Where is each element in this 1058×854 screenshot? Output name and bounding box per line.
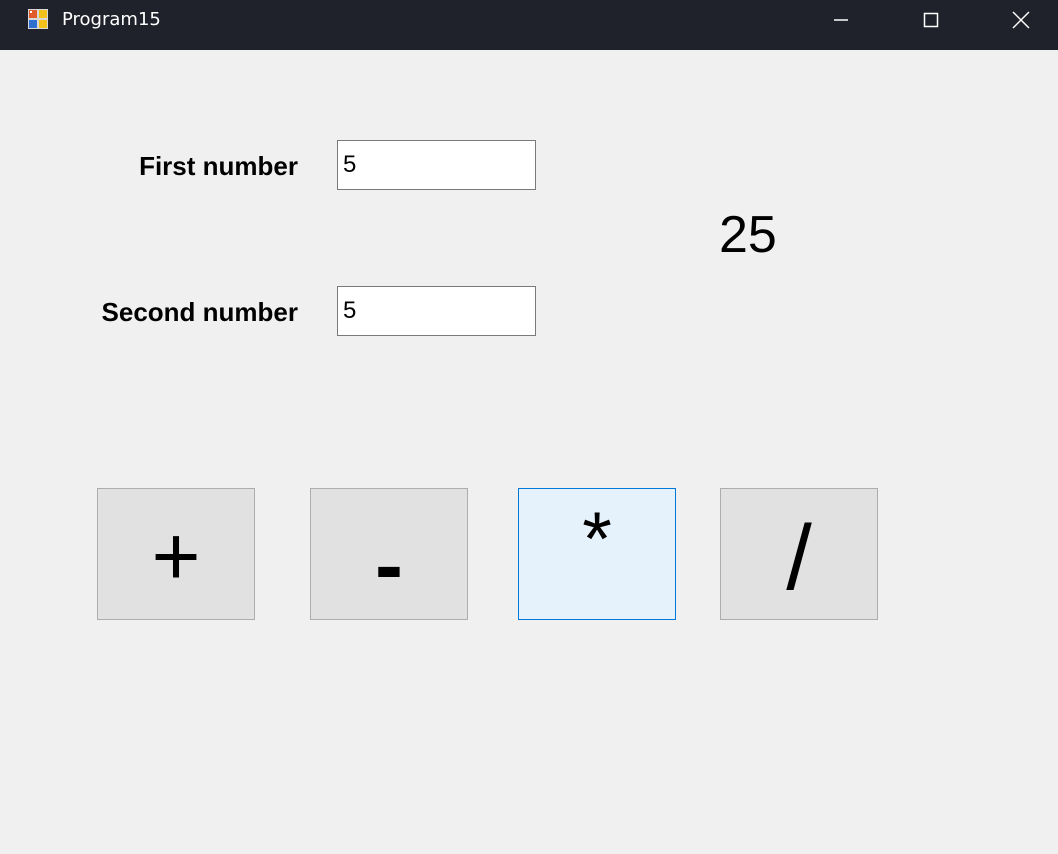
minimize-button[interactable] (818, 0, 864, 44)
app-window: Program15 First number Second number 25 … (0, 0, 1058, 854)
close-icon (1012, 10, 1030, 34)
maximize-icon (923, 12, 939, 33)
first-number-input[interactable] (337, 140, 536, 190)
add-button[interactable]: + (97, 488, 255, 620)
multiply-button[interactable]: * (518, 488, 676, 620)
window-title: Program15 (62, 9, 161, 30)
app-icon (28, 9, 48, 29)
result-label: 25 (719, 206, 777, 264)
close-button[interactable] (998, 0, 1044, 44)
first-number-label: First number (139, 151, 298, 181)
second-number-input[interactable] (337, 286, 536, 336)
title-bar[interactable]: Program15 (0, 0, 1058, 50)
subtract-button[interactable]: - (310, 488, 468, 620)
minimize-icon (833, 12, 849, 33)
maximize-button[interactable] (908, 0, 954, 44)
divide-button[interactable]: / (720, 488, 878, 620)
second-number-label: Second number (101, 297, 298, 327)
